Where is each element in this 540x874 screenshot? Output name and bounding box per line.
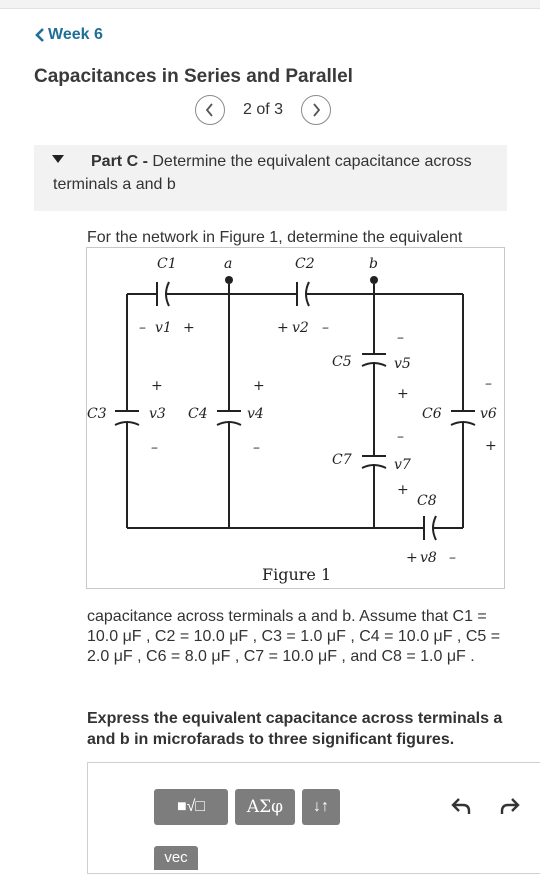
label-v6: v6 <box>480 406 497 422</box>
label-v1: v1 <box>155 320 172 336</box>
label-v3: v3 <box>149 406 166 422</box>
label-c2: C2 <box>295 256 315 272</box>
label-c3: C3 <box>87 406 107 422</box>
polarity-v6-plus: + <box>485 438 497 454</box>
polarity-v8-minus: – <box>449 550 456 566</box>
previous-button[interactable] <box>195 95 225 125</box>
capacitor-c6 <box>450 410 476 426</box>
sort-label: ↓↑ <box>313 798 329 815</box>
label-c5: C5 <box>332 354 352 370</box>
polarity-v6-minus: – <box>485 376 492 392</box>
label-c7: C7 <box>332 452 352 468</box>
chevron-left-icon <box>205 103 213 117</box>
polarity-v8-plus: + <box>406 550 418 566</box>
math-toolbar: ■√□ ΑΣφ ↓↑ <box>154 789 340 825</box>
label-v5: v5 <box>394 356 411 372</box>
chevron-left-icon <box>35 28 44 42</box>
redo-icon[interactable] <box>499 795 521 817</box>
polarity-v7-plus: + <box>397 482 409 498</box>
back-link-label: Week 6 <box>48 26 103 43</box>
question-continuation: capacitance across terminals a and b. As… <box>87 608 501 665</box>
terminal-a <box>225 276 233 284</box>
label-c8: C8 <box>417 493 437 509</box>
label-c1: C1 <box>157 256 177 272</box>
polarity-v1-minus: – <box>139 320 146 336</box>
polarity-v3-minus: – <box>151 440 158 456</box>
label-v2: v2 <box>292 320 309 336</box>
part-label: Part C - <box>91 153 148 170</box>
next-button[interactable] <box>301 95 332 125</box>
polarity-v5-plus: + <box>397 386 409 402</box>
templates-button[interactable]: ■√□ <box>154 789 228 825</box>
sort-button[interactable]: ↓↑ <box>302 789 340 825</box>
circuit-diagram: C1 C2 C3 C4 C5 C6 C7 C8 a b v1 v2 v3 v4 … <box>87 256 497 584</box>
polarity-v5-minus: – <box>397 330 404 346</box>
polarity-v4-minus: – <box>253 440 260 456</box>
label-c4: C4 <box>188 406 208 422</box>
vec-button[interactable]: vec <box>154 846 198 870</box>
question-instruction: Express the equivalent capacitance acros… <box>87 710 503 748</box>
pager: 2 of 3 <box>195 95 332 125</box>
polarity-v2-minus: – <box>322 320 329 336</box>
polarity-v7-minus: – <box>397 429 404 445</box>
capacitor-c3 <box>114 410 140 426</box>
pager-label: 2 of 3 <box>243 101 284 118</box>
part-header[interactable]: Part C - Determine the equivalent capaci… <box>34 145 507 211</box>
templates-label: ■√□ <box>176 798 206 815</box>
capacitor-c4 <box>216 410 242 426</box>
polarity-v4-plus: + <box>253 378 265 394</box>
part-text: Part C - Determine the equivalent capaci… <box>53 150 493 196</box>
circuit-figure: C1 C2 C3 C4 C5 C6 C7 C8 a b v1 v2 v3 v4 … <box>86 247 505 589</box>
undo-icon[interactable] <box>450 795 472 817</box>
polarity-v3-plus: + <box>151 378 163 394</box>
page-title: Capacitances in Series and Parallel <box>34 66 353 87</box>
label-terminal-b: b <box>369 256 378 272</box>
figure-caption: Figure 1 <box>262 565 331 584</box>
label-terminal-a: a <box>224 256 232 272</box>
terminal-b <box>370 276 378 284</box>
back-link[interactable]: Week 6 <box>34 26 103 44</box>
polarity-v1-plus: + <box>183 320 195 336</box>
greek-symbols-label: ΑΣφ <box>246 797 284 817</box>
greek-symbols-button[interactable]: ΑΣφ <box>235 789 295 825</box>
top-bar <box>0 0 540 9</box>
label-v7: v7 <box>394 457 411 473</box>
label-v4: v4 <box>247 406 264 422</box>
label-v8: v8 <box>420 550 437 566</box>
question-intro: For the network in Figure 1, determine t… <box>87 229 463 246</box>
label-c6: C6 <box>422 406 442 422</box>
chevron-right-icon <box>313 103 321 117</box>
polarity-v2-plus: + <box>277 320 289 336</box>
